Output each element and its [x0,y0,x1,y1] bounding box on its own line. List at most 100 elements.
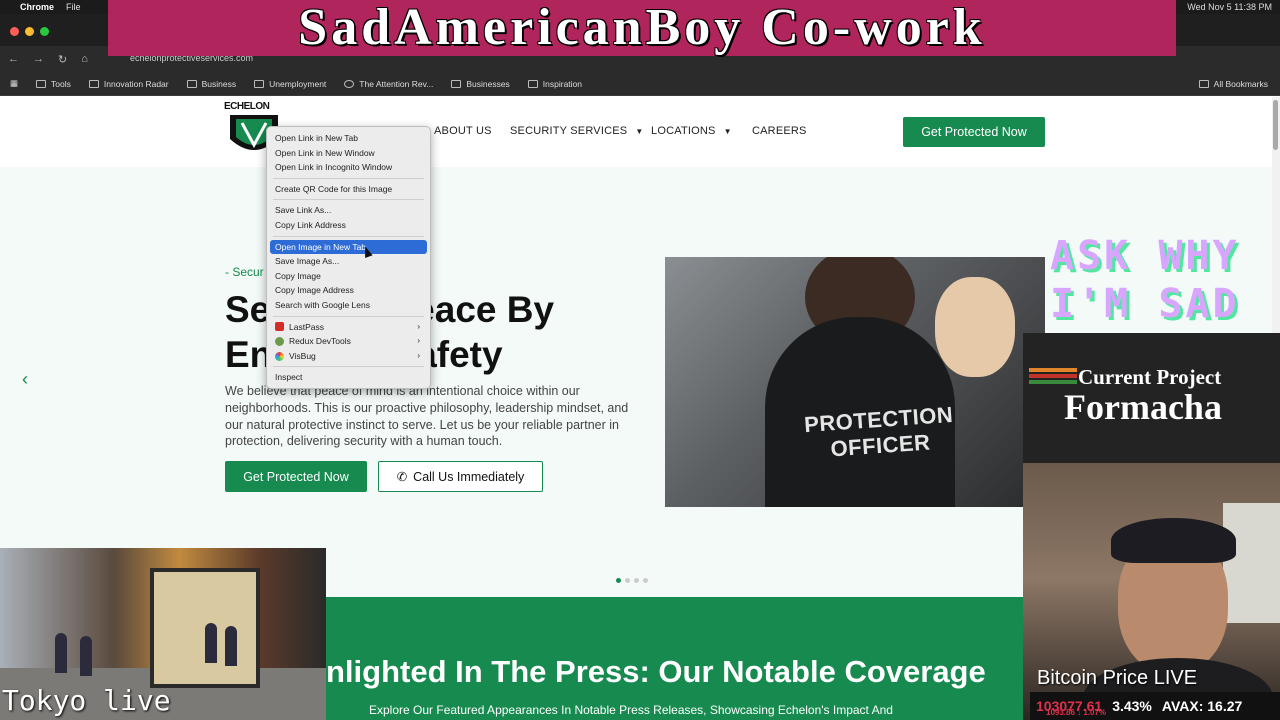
folder-icon [1198,79,1209,88]
menu-label: Open Image in New Tab [275,241,367,252]
apps-icon[interactable]: ▦ [10,78,18,89]
nav-locations[interactable]: LOCATIONS ▼ [651,125,732,137]
stripe [1029,374,1077,378]
bookmark-label: Unemployment [269,78,327,89]
hero-photo[interactable]: PROTECTION OFFICER [665,257,1045,507]
folder-icon [254,79,265,88]
carousel-dot[interactable] [616,578,621,583]
ask-line-2: I'M SAD [1050,281,1240,327]
back-icon[interactable]: ← [8,53,19,65]
nav-label: CAREERS [752,125,807,137]
menu-label: VisBug [289,350,316,361]
call-us-button[interactable]: ✆ Call Us Immediately [378,461,543,492]
close-window-button[interactable] [10,27,19,36]
carousel-dot[interactable] [625,578,630,583]
avax-price: AVAX: 16.27 [1161,698,1243,714]
project-name: Formacha [1064,387,1222,427]
bookmark-business[interactable]: Business [186,79,236,89]
logo-text: ECHELON [224,101,270,112]
pedestrian [225,626,237,666]
menu-label: Copy Link Address [275,219,346,230]
menu-label: Create QR Code for this Image [275,183,393,194]
menu-open-image-new-tab[interactable]: Open Image in New Tab [270,239,427,255]
bookmark-attention[interactable]: The Attention Rev... [344,79,433,89]
menu-divider [273,177,424,179]
hero-eyebrow: - Secur [225,265,264,279]
menu-copy-image-address[interactable]: Copy Image Address [267,283,430,298]
carousel-dot[interactable] [634,578,639,583]
menu-label: Inspect [275,372,303,383]
menu-save-link-as[interactable]: Save Link As... [267,203,430,218]
pedestrian [205,623,217,663]
menu-divider [273,235,424,237]
stream-title-banner: SadAmericanBoy Co-work [108,0,1176,56]
menu-google-lens[interactable]: Search with Google Lens [267,298,430,313]
retro-stripes [1029,368,1077,384]
menu-label: Save Image As... [275,256,340,267]
nav-careers[interactable]: CAREERS [752,125,807,137]
btc-change: 1093.86 ↓ 1.07% [1046,708,1107,717]
menu-save-image-as[interactable]: Save Image As... [267,254,430,269]
menu-redux-devtools[interactable]: Redux DevTools › [267,334,430,349]
zoom-window-button[interactable] [40,27,49,36]
caret-down-icon: ▼ [635,126,644,136]
bookmark-inspiration[interactable]: Inspiration [527,79,582,89]
home-icon[interactable]: ⌂ [81,53,88,65]
visbug-icon [275,351,284,361]
get-protected-button[interactable]: Get Protected Now [225,461,367,492]
window-controls [10,27,49,36]
submenu-arrow-icon: › [417,350,420,360]
nav-about-us[interactable]: ABOUT US [434,125,492,137]
menu-copy-image[interactable]: Copy Image [267,269,430,284]
menu-divider [273,366,424,368]
nav-security-services[interactable]: SECURITY SERVICES ▼ [510,125,643,137]
bookmark-businesses[interactable]: Businesses [451,78,510,89]
bookmark-unemployment[interactable]: Unemployment [254,79,326,89]
call-us-label: Call Us Immediately [413,469,525,484]
pedestrian [55,633,67,673]
menu-label: Search with Google Lens [275,299,370,310]
vest-patch: PROTECTION OFFICER [803,402,955,464]
menu-label: Open Link in New Tab [275,133,359,143]
forward-icon[interactable]: → [33,53,44,65]
carousel-dot[interactable] [643,578,648,583]
menu-divider [273,315,424,317]
get-protected-header-button[interactable]: Get Protected Now [903,117,1045,147]
scrollbar-thumb[interactable] [1273,100,1278,150]
menu-datetime: Wed Nov 5 11:38 PM [1187,2,1272,12]
webcam-bandana [1111,518,1236,563]
nav-label: ABOUT US [434,125,492,137]
bookmark-tools[interactable]: Tools [36,79,71,89]
menu-lastpass[interactable]: LastPass › [267,320,430,335]
submenu-arrow-icon: › [417,336,420,346]
folder-icon [186,79,197,88]
menu-copy-link-address[interactable]: Copy Link Address [267,218,430,233]
bookmark-label: Businesses [466,78,510,89]
menu-create-qr[interactable]: Create QR Code for this Image [267,182,430,197]
pedestrian [80,636,92,676]
menu-open-link-incognito[interactable]: Open Link in Incognito Window [267,160,430,175]
folder-icon [88,79,99,88]
wordpress-icon [344,79,355,88]
menu-label: Save Link As... [275,205,332,216]
crypto-ticker: 103077.61 3.43% AVAX: 16.27 1093.86 ↓ 1.… [1030,692,1280,720]
caret-down-icon: ▼ [723,126,732,136]
hero-body: We believe that peace of mind is an inte… [225,384,629,449]
menu-file[interactable]: File [66,2,81,12]
menu-inspect[interactable]: Inspect [267,370,430,385]
menu-app-name[interactable]: Chrome [20,2,54,12]
menu-visbug[interactable]: VisBug › [267,349,430,364]
bookmarks-bar: ▦ Tools Innovation Radar Business Unempl… [0,72,1280,96]
bookmark-innovation-radar[interactable]: Innovation Radar [88,79,169,89]
menu-open-link-new-tab[interactable]: Open Link in New Tab [267,131,430,146]
reload-icon[interactable]: ↻ [58,53,67,66]
menu-label: Redux DevTools [289,336,351,347]
all-bookmarks[interactable]: All Bookmarks [1198,79,1268,89]
menu-divider [273,199,424,201]
lastpass-icon [275,322,284,332]
menu-open-link-new-window[interactable]: Open Link in New Window [267,146,430,161]
carousel-prev-icon[interactable]: ‹ [22,369,28,390]
btc-percent: 3.43% [1112,698,1152,714]
context-menu: Open Link in New Tab Open Link in New Wi… [266,126,431,389]
minimize-window-button[interactable] [25,27,34,36]
